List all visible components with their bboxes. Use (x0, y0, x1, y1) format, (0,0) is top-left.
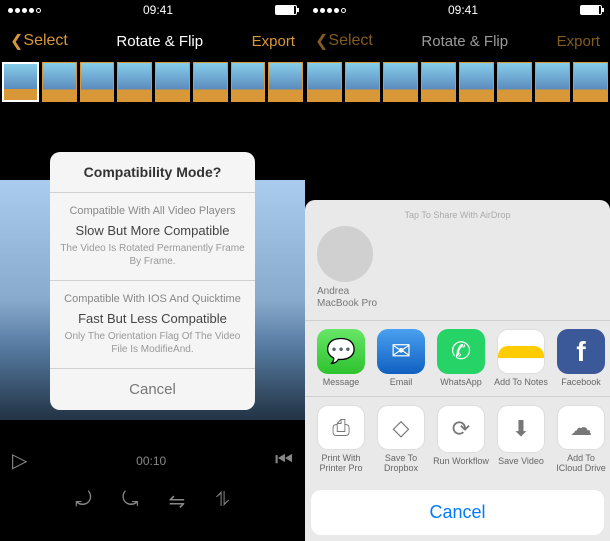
timeline-frame[interactable] (307, 62, 342, 102)
chevron-left-icon: ❮ (10, 31, 23, 51)
option-sub: Compatible With All Video Players (58, 205, 247, 217)
flip-vertical-icon[interactable]: ⥮ (215, 489, 230, 514)
timeline-frame[interactable] (2, 62, 39, 102)
nav-bar: ❮ Select Rotate & Flip Export (0, 20, 305, 62)
option-sub: Compatible With IOS And Quicktime (58, 293, 247, 305)
page-title: Rotate & Flip (116, 33, 203, 50)
option-desc: Only The Orientation Flag Of The Video F… (58, 330, 247, 356)
timeline-frame[interactable] (193, 62, 228, 102)
signal-icon (8, 8, 41, 13)
message-icon: 💬 (317, 329, 365, 374)
timeline-frame[interactable] (573, 62, 608, 102)
download-icon: ⬇ (497, 405, 545, 453)
skip-back-icon[interactable]: ⏮ (275, 449, 293, 472)
share-notes[interactable]: Add To Notes (493, 329, 549, 388)
timeline-frame[interactable] (155, 62, 190, 102)
whatsapp-icon: ✆ (437, 329, 485, 374)
status-time: 09:41 (143, 3, 173, 17)
printer-icon: ⎙ (317, 405, 365, 450)
cloud-icon: ☁ (557, 405, 605, 450)
export-button[interactable]: Export (252, 33, 295, 50)
export-button[interactable]: Export (557, 33, 600, 50)
playback-time: 00:10 (136, 454, 166, 468)
share-message[interactable]: 💬 Message (313, 329, 369, 388)
airdrop-name: Andrea (317, 286, 349, 298)
play-icon[interactable]: ▷ (12, 448, 27, 473)
battery-icon (275, 5, 297, 15)
workflow-icon: ⟳ (437, 405, 485, 453)
back-button[interactable]: ❮ Select (315, 31, 373, 51)
rotate-left-icon[interactable]: ⤾ (75, 489, 92, 514)
left-screen: 09:41 ❮ Select Rotate & Flip Export Comp… (0, 0, 305, 541)
back-label: Select (23, 32, 67, 50)
status-bar: 09:41 (0, 0, 305, 20)
status-bar: 09:41 (305, 0, 610, 20)
compatibility-modal: Compatibility Mode? Compatible With All … (50, 152, 255, 410)
action-print[interactable]: ⎙ Print With Printer Pro (313, 405, 369, 474)
playback-controls: ▷ 00:10 ⏮ ⤾ ⤿ ⇋ ⥮ (0, 431, 305, 541)
timeline-frame[interactable] (421, 62, 456, 102)
timeline-frame[interactable] (383, 62, 418, 102)
option-label: Slow But More Compatible (58, 223, 247, 238)
airdrop-hint: Tap To Share With AirDrop (317, 210, 598, 220)
page-title: Rotate & Flip (421, 33, 508, 50)
action-save-video[interactable]: ⬇ Save Video (493, 405, 549, 474)
status-time: 09:41 (448, 3, 478, 17)
signal-icon (313, 8, 346, 13)
back-button[interactable]: ❮ Select (10, 31, 68, 51)
battery-icon (580, 5, 602, 15)
timeline-frame[interactable] (80, 62, 115, 102)
facebook-icon: f (557, 329, 605, 374)
option-fast[interactable]: Compatible With IOS And Quicktime Fast B… (50, 281, 255, 369)
share-facebook[interactable]: f Facebook (553, 329, 609, 388)
back-label: Select (328, 32, 372, 50)
share-cancel-button[interactable]: Cancel (311, 490, 604, 535)
timeline[interactable] (305, 62, 610, 102)
dropbox-icon: ◇ (377, 405, 425, 450)
airdrop-device: MacBook Pro (317, 298, 377, 310)
action-workflow[interactable]: ⟳ Run Workflow (433, 405, 489, 474)
notes-icon (497, 329, 545, 374)
timeline-frame[interactable] (497, 62, 532, 102)
rotate-right-icon[interactable]: ⤿ (122, 489, 139, 514)
share-sheet: Tap To Share With AirDrop Andrea MacBook… (305, 200, 610, 541)
modal-title: Compatibility Mode? (58, 164, 247, 180)
airdrop-contact[interactable] (317, 226, 373, 282)
timeline-frame[interactable] (117, 62, 152, 102)
timeline-frame[interactable] (231, 62, 266, 102)
option-slow[interactable]: Compatible With All Video Players Slow B… (50, 193, 255, 281)
chevron-left-icon: ❮ (315, 31, 328, 51)
share-whatsapp[interactable]: ✆ WhatsApp (433, 329, 489, 388)
nav-bar: ❮ Select Rotate & Flip Export (305, 20, 610, 62)
airdrop-section: Tap To Share With AirDrop Andrea MacBook… (305, 200, 610, 320)
action-dropbox[interactable]: ◇ Save To Dropbox (373, 405, 429, 474)
share-actions-row: ⎙ Print With Printer Pro ◇ Save To Dropb… (305, 396, 610, 482)
timeline-frame[interactable] (459, 62, 494, 102)
share-apps-row: 💬 Message ✉ Email ✆ WhatsApp Add To Note… (305, 320, 610, 396)
flip-horizontal-icon[interactable]: ⇋ (169, 489, 186, 514)
timeline-frame[interactable] (345, 62, 380, 102)
mail-icon: ✉ (377, 329, 425, 374)
timeline-frame[interactable] (268, 62, 303, 102)
timeline-frame[interactable] (42, 62, 77, 102)
timeline-frame[interactable] (535, 62, 570, 102)
share-email[interactable]: ✉ Email (373, 329, 429, 388)
timeline[interactable] (0, 62, 305, 102)
option-label: Fast But Less Compatible (58, 311, 247, 326)
option-desc: The Video Is Rotated Permanently Frame B… (58, 242, 247, 268)
right-screen: 09:41 ❮ Select Rotate & Flip Export Tap … (305, 0, 610, 541)
action-icloud[interactable]: ☁ Add To ICloud Drive (553, 405, 609, 474)
modal-cancel-button[interactable]: Cancel (50, 369, 255, 410)
